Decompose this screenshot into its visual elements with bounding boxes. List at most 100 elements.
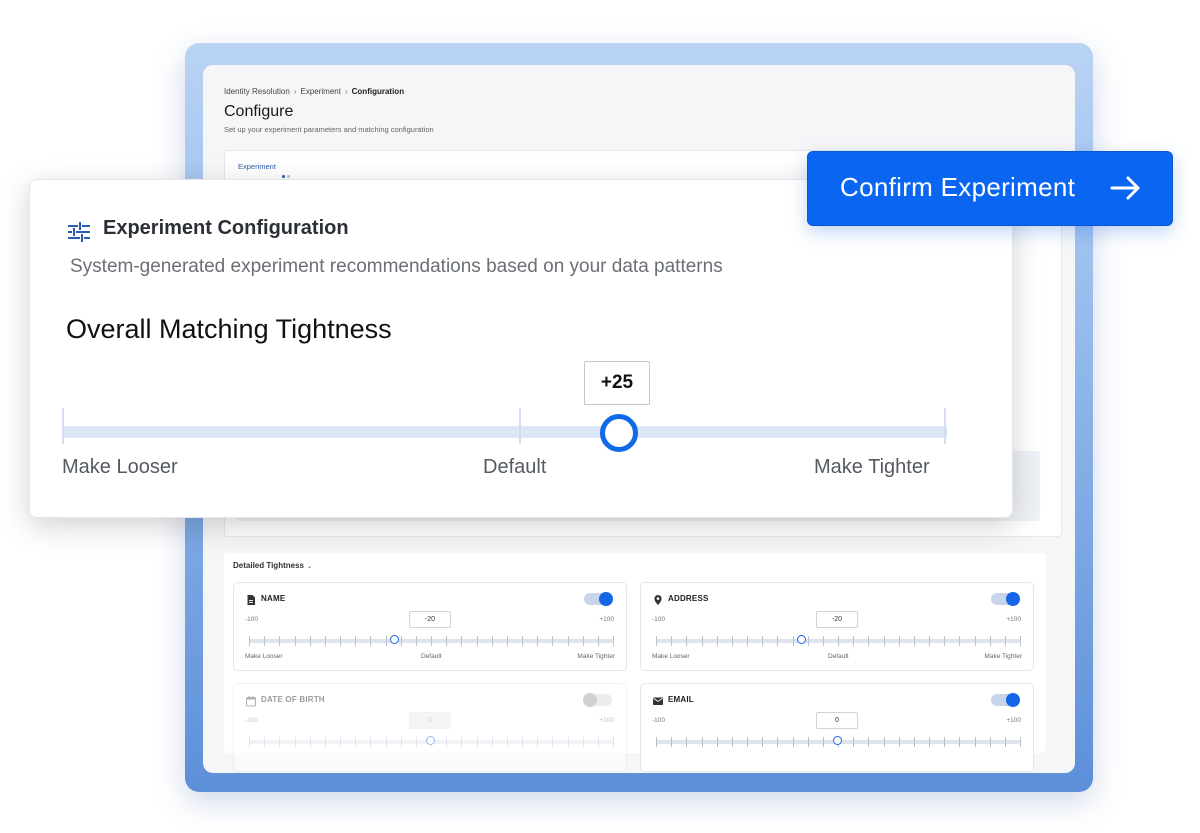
track-tick-max (944, 408, 946, 444)
address-toggle[interactable] (991, 592, 1020, 606)
slider-tick (309, 636, 311, 646)
track-tick-default (519, 408, 521, 444)
slider-tick (716, 737, 718, 747)
slider-tick (415, 636, 417, 646)
slider-tick (279, 737, 281, 747)
make-tighter-label: Make Tighter (984, 653, 1022, 660)
field-card-email: EMAIL -100 +100 0 (640, 683, 1034, 772)
slider-tick (582, 636, 584, 646)
slider-max-label: +100 (599, 717, 614, 724)
slider-tick (294, 636, 296, 646)
overall-tightness-track[interactable] (63, 426, 947, 438)
slider-tick (686, 636, 688, 646)
slider-tick (1020, 737, 1021, 747)
slider-tick (446, 737, 448, 747)
slider-tick (974, 737, 976, 747)
breadcrumb-identity-resolution[interactable]: Identity Resolution (224, 87, 290, 96)
make-tighter-label: Make Tighter (577, 653, 615, 660)
name-value-input[interactable]: -20 (409, 611, 451, 628)
slider-tick (913, 737, 915, 747)
slider-tick (491, 737, 493, 747)
slider-tick (853, 636, 855, 646)
slider-tick (701, 737, 703, 747)
slider-tick (355, 636, 357, 646)
address-value-input[interactable]: -20 (816, 611, 858, 628)
slider-min-label: -100 (652, 616, 666, 623)
panel-subtitle: System-generated experiment recommendati… (70, 256, 723, 277)
slider-max-label: +100 (1006, 717, 1021, 724)
slider-tick (868, 636, 870, 646)
address-slider-thumb[interactable] (796, 635, 806, 644)
slider-tick (476, 737, 478, 747)
detailed-tightness-toggle[interactable]: Detailed Tightness ⌄ (233, 561, 312, 570)
slider-tick (944, 737, 946, 747)
calendar-icon (246, 696, 256, 707)
slider-tick (415, 737, 417, 747)
slider-tick (522, 737, 523, 747)
slider-tick (340, 636, 341, 646)
page-title: Configure (224, 103, 294, 120)
slider-tick (249, 636, 250, 646)
slider-tick (898, 636, 900, 646)
make-looser-label: Make Looser (245, 653, 283, 660)
email-slider-thumb[interactable] (833, 736, 842, 745)
name-slider-thumb[interactable] (389, 635, 399, 644)
detailed-tightness-section: Detailed Tightness ⌄ NAME -100 +100 -20 M… (224, 553, 1046, 772)
slider-tick (853, 737, 855, 747)
slider-tick (324, 737, 326, 747)
slider-tick (762, 636, 764, 646)
email-value-input[interactable]: 0 (816, 712, 858, 729)
slider-tick (279, 636, 281, 646)
slider-tick (974, 636, 976, 646)
slider-tick (340, 737, 341, 747)
slider-ticks (656, 636, 1021, 646)
slider-tick (597, 636, 599, 646)
slider-ticks (249, 636, 614, 646)
slider-tick (309, 737, 311, 747)
slider-tick (929, 636, 930, 646)
track-tick-min (62, 408, 64, 444)
breadcrumb-experiment[interactable]: Experiment (301, 87, 341, 96)
slider-tick (461, 636, 463, 646)
name-toggle[interactable] (584, 592, 613, 606)
slider-tick (822, 636, 824, 646)
slider-tick (777, 636, 779, 646)
date-of-birth-value-input: 0 (409, 712, 451, 729)
slider-tick (898, 737, 900, 747)
slider-tick (537, 636, 539, 646)
make-tighter-label: Make Tighter (814, 456, 930, 478)
overall-tightness-value[interactable]: +25 (584, 361, 650, 405)
breadcrumb-configuration: Configuration (351, 87, 405, 96)
slider-tick (868, 737, 870, 747)
slider-tick (385, 636, 387, 646)
breadcrumb-separator: › (344, 87, 348, 96)
date-of-birth-toggle[interactable] (583, 693, 612, 707)
slider-tick (671, 737, 673, 747)
default-label: Default (421, 653, 442, 660)
slider-tick (671, 636, 673, 646)
slider-tick (792, 737, 794, 747)
slider-tick (506, 636, 508, 646)
tab-experiment[interactable]: Experiment (238, 162, 276, 171)
slider-tick (537, 737, 539, 747)
slider-tick (324, 636, 326, 646)
confirm-experiment-button[interactable]: Confirm Experiment (807, 151, 1173, 226)
email-toggle[interactable] (991, 693, 1020, 707)
slider-max-label: +100 (1006, 616, 1021, 623)
slider-tick (944, 636, 946, 646)
slider-tick (777, 737, 779, 747)
slider-max-label: +100 (599, 616, 614, 623)
overall-tightness-thumb[interactable] (600, 414, 638, 452)
confirm-experiment-label: Confirm Experiment (840, 172, 1076, 202)
slider-tick (264, 737, 266, 747)
slider-tick (807, 737, 809, 747)
slider-tick (747, 737, 748, 747)
breadcrumb-separator: › (293, 87, 297, 96)
slider-tick (731, 737, 733, 747)
slider-tick (400, 737, 402, 747)
field-card-date-of-birth: DATE OF BIRTH -100 +100 0 (233, 683, 627, 772)
breadcrumb: Identity Resolution › Experiment › Configura… (224, 87, 404, 96)
make-looser-label: Make Looser (62, 456, 178, 478)
detailed-tightness-title: Detailed Tightness (233, 561, 304, 570)
field-card-address: ADDRESS -100 +100 -20 Make Looser Defaul… (640, 582, 1034, 671)
